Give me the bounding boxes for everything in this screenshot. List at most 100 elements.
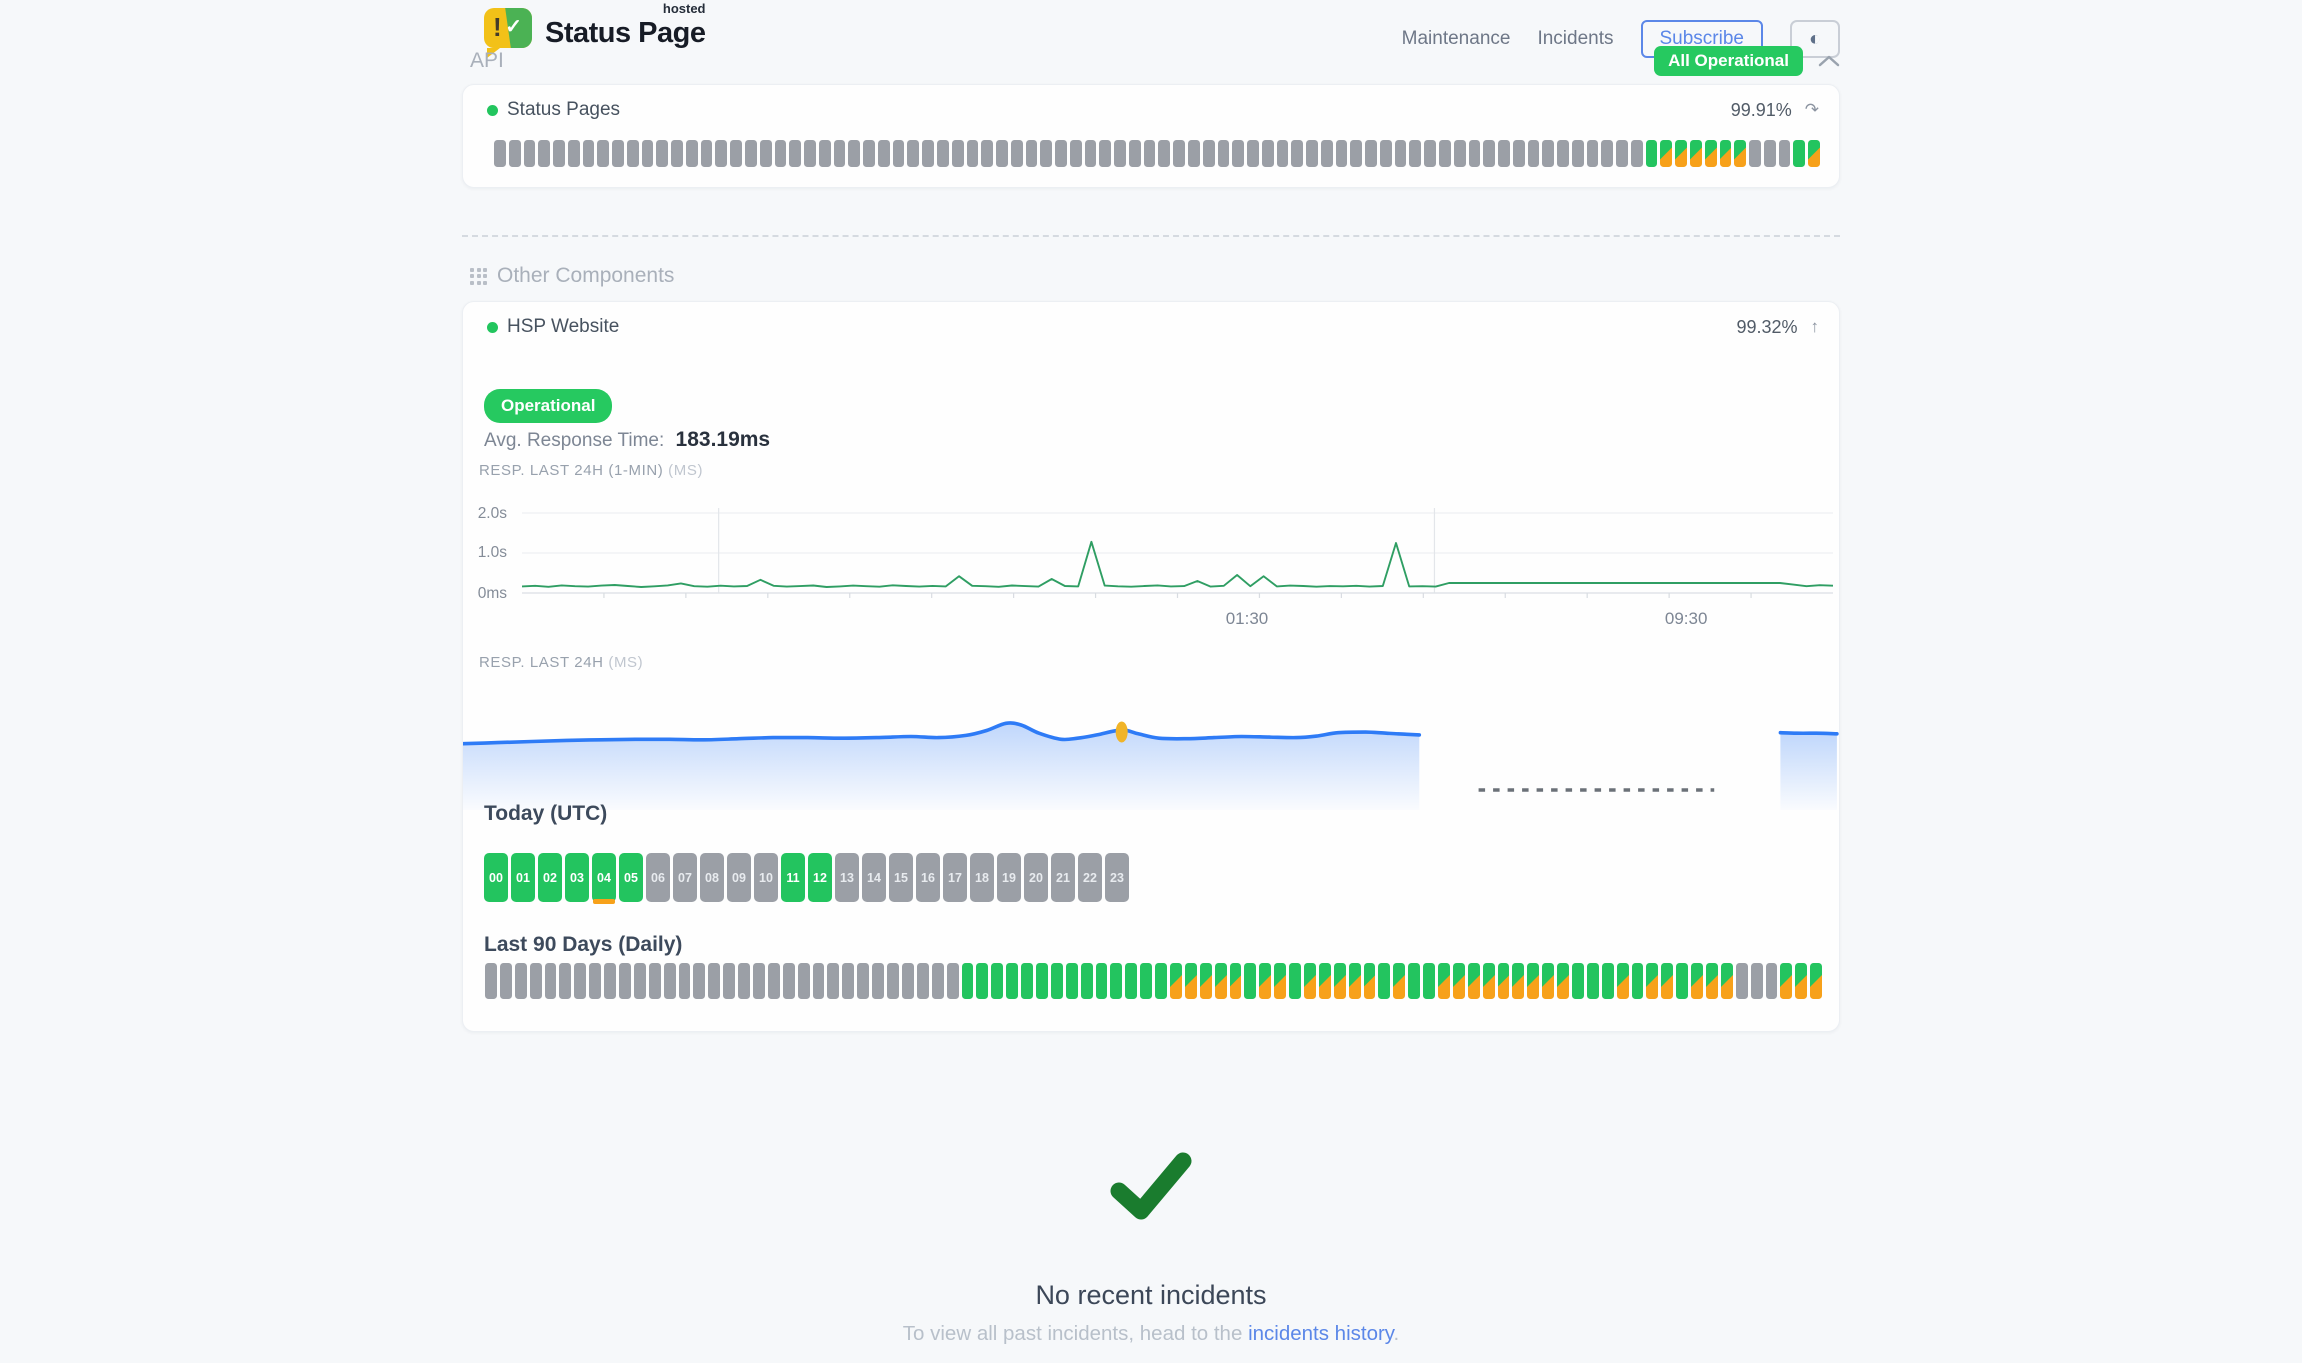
hour-block[interactable]: 10 <box>754 853 778 902</box>
uptime-bar[interactable] <box>976 963 988 999</box>
uptime-bar[interactable] <box>907 140 919 167</box>
uptime-bar[interactable] <box>1395 140 1407 167</box>
uptime-bar[interactable] <box>1587 963 1599 999</box>
uptime-bar[interactable] <box>760 140 772 167</box>
uptime-bar[interactable] <box>1631 140 1643 167</box>
uptime-bar[interactable] <box>627 140 639 167</box>
hour-block[interactable]: 08 <box>700 853 724 902</box>
hour-block[interactable]: 13 <box>835 853 859 902</box>
uptime-bar[interactable] <box>604 963 616 999</box>
uptime-bar[interactable] <box>1572 963 1584 999</box>
uptime-bar[interactable] <box>962 963 974 999</box>
uptime-bar[interactable] <box>1364 963 1376 999</box>
uptime-bar[interactable] <box>1081 963 1093 999</box>
uptime-bar[interactable] <box>1055 140 1067 167</box>
uptime-bar[interactable] <box>819 140 831 167</box>
uptime-bar[interactable] <box>485 963 497 999</box>
hour-block[interactable]: 09 <box>727 853 751 902</box>
uptime-bar[interactable] <box>1349 963 1361 999</box>
uptime-bar[interactable] <box>708 963 720 999</box>
uptime-bar[interactable] <box>1557 963 1569 999</box>
uptime-bar[interactable] <box>1378 963 1390 999</box>
uptime-bar[interactable] <box>753 963 765 999</box>
refresh-icon[interactable]: ↷ <box>1805 100 1819 120</box>
uptime-bar[interactable] <box>515 963 527 999</box>
uptime-bar[interactable] <box>1188 140 1200 167</box>
response-area-chart[interactable] <box>463 680 1841 810</box>
uptime-bar[interactable] <box>1306 140 1318 167</box>
uptime-bar[interactable] <box>1036 963 1048 999</box>
hour-block[interactable]: 02 <box>538 853 562 902</box>
uptime-bar[interactable] <box>1793 140 1805 167</box>
hour-block[interactable]: 16 <box>916 853 940 902</box>
hour-block[interactable]: 04 <box>592 853 616 902</box>
uptime-bar[interactable] <box>922 140 934 167</box>
uptime-bar[interactable] <box>1011 140 1023 167</box>
uptime-bar[interactable] <box>1085 140 1097 167</box>
uptime-bar[interactable] <box>1424 140 1436 167</box>
uptime-bar[interactable] <box>1110 963 1122 999</box>
uptime-bar[interactable] <box>1230 963 1242 999</box>
uptime-bar[interactable] <box>1051 963 1063 999</box>
uptime-bar[interactable] <box>574 963 586 999</box>
uptime-bar[interactable] <box>634 963 646 999</box>
uptime-bar[interactable] <box>1006 963 1018 999</box>
uptime-bar[interactable] <box>664 963 676 999</box>
uptime-bar[interactable] <box>649 963 661 999</box>
hour-block[interactable]: 06 <box>646 853 670 902</box>
uptime-bar[interactable] <box>1125 963 1137 999</box>
hour-block[interactable]: 23 <box>1105 853 1129 902</box>
uptime-bar[interactable] <box>1527 963 1539 999</box>
uptime-bar[interactable] <box>1129 140 1141 167</box>
uptime-bar[interactable] <box>738 963 750 999</box>
hour-block[interactable]: 20 <box>1024 853 1048 902</box>
uptime-bar[interactable] <box>1409 140 1421 167</box>
uptime-bar[interactable] <box>1393 963 1405 999</box>
uptime-bar[interactable] <box>671 140 683 167</box>
uptime-bar[interactable] <box>745 140 757 167</box>
uptime-bar[interactable] <box>1021 963 1033 999</box>
uptime-bar[interactable] <box>947 963 959 999</box>
uptime-bar[interactable] <box>1572 140 1584 167</box>
uptime-bar[interactable] <box>1587 140 1599 167</box>
uptime-bar[interactable] <box>834 140 846 167</box>
uptime-bar[interactable] <box>932 963 944 999</box>
uptime-bar[interactable] <box>1423 963 1435 999</box>
uptime-bar[interactable] <box>723 963 735 999</box>
brand-logo[interactable]: ! ✓ hosted Status Page <box>484 8 706 50</box>
uptime-bar[interactable] <box>1706 963 1718 999</box>
uptime-bars-90d[interactable] <box>494 140 1820 167</box>
hour-block[interactable]: 11 <box>781 853 805 902</box>
uptime-bar[interactable] <box>1274 963 1286 999</box>
uptime-bar[interactable] <box>1259 963 1271 999</box>
uptime-bar[interactable] <box>1646 963 1658 999</box>
uptime-bar[interactable] <box>1660 140 1672 167</box>
uptime-bar[interactable] <box>783 963 795 999</box>
uptime-bar[interactable] <box>1438 963 1450 999</box>
uptime-bar[interactable] <box>1408 963 1420 999</box>
uptime-bar[interactable] <box>1542 963 1554 999</box>
uptime-bar[interactable] <box>848 140 860 167</box>
uptime-bar[interactable] <box>1468 963 1480 999</box>
uptime-bar[interactable] <box>1498 140 1510 167</box>
uptime-bar[interactable] <box>1675 140 1687 167</box>
uptime-bar[interactable] <box>619 963 631 999</box>
uptime-bar[interactable] <box>1170 963 1182 999</box>
uptime-bar[interactable] <box>1066 963 1078 999</box>
uptime-bar[interactable] <box>1632 963 1644 999</box>
hour-block[interactable]: 17 <box>943 853 967 902</box>
uptime-bar[interactable] <box>1215 963 1227 999</box>
uptime-bar[interactable] <box>1040 140 1052 167</box>
uptime-bar[interactable] <box>1690 140 1702 167</box>
uptime-bar[interactable] <box>1096 963 1108 999</box>
uptime-bar[interactable] <box>872 963 884 999</box>
uptime-bar[interactable] <box>1512 963 1524 999</box>
uptime-bar[interactable] <box>1483 963 1495 999</box>
hour-block[interactable]: 14 <box>862 853 886 902</box>
uptime-bar[interactable] <box>1232 140 1244 167</box>
uptime-bar[interactable] <box>1200 963 1212 999</box>
uptime-bar[interactable] <box>1334 963 1346 999</box>
uptime-bar[interactable] <box>559 963 571 999</box>
uptime-bar[interactable] <box>524 140 536 167</box>
uptime-bar[interactable] <box>991 963 1003 999</box>
